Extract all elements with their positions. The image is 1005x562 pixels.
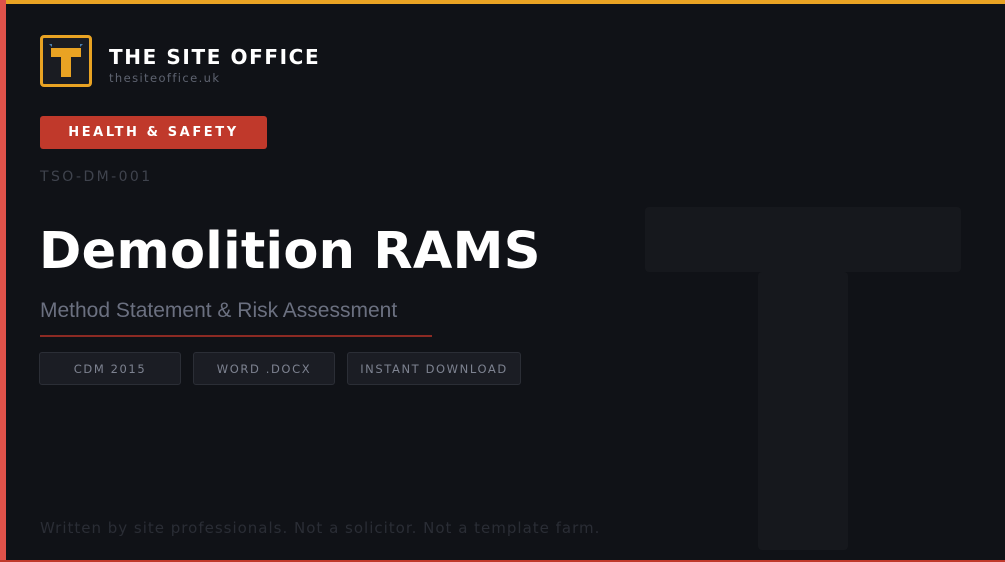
category-badge: HEALTH & SAFETY	[40, 116, 267, 149]
left-accent-bar	[0, 0, 6, 562]
subtitle-divider	[40, 335, 432, 337]
footer-note: Written by site professionals. Not a sol…	[40, 519, 601, 537]
watermark-t-stem	[758, 272, 848, 550]
page-title: Demolition RAMS	[39, 222, 541, 281]
logo-glyph	[47, 42, 85, 80]
document-code: TSO-DM-001	[40, 169, 153, 185]
tag-format: WORD .DOCX	[193, 352, 335, 385]
tag-download: INSTANT DOWNLOAD	[347, 352, 521, 385]
tag-cdm: CDM 2015	[39, 352, 181, 385]
brand-url: thesiteoffice.uk	[109, 71, 221, 85]
watermark-t-crossbar	[645, 207, 961, 272]
brand-name: THE SITE OFFICE	[109, 45, 321, 69]
product-cover: THE SITE OFFICE thesiteoffice.uk HEALTH …	[0, 0, 1005, 562]
t-logo-icon	[40, 35, 92, 87]
page-subtitle: Method Statement & Risk Assessment	[40, 299, 398, 322]
top-accent-bar	[0, 0, 1005, 4]
